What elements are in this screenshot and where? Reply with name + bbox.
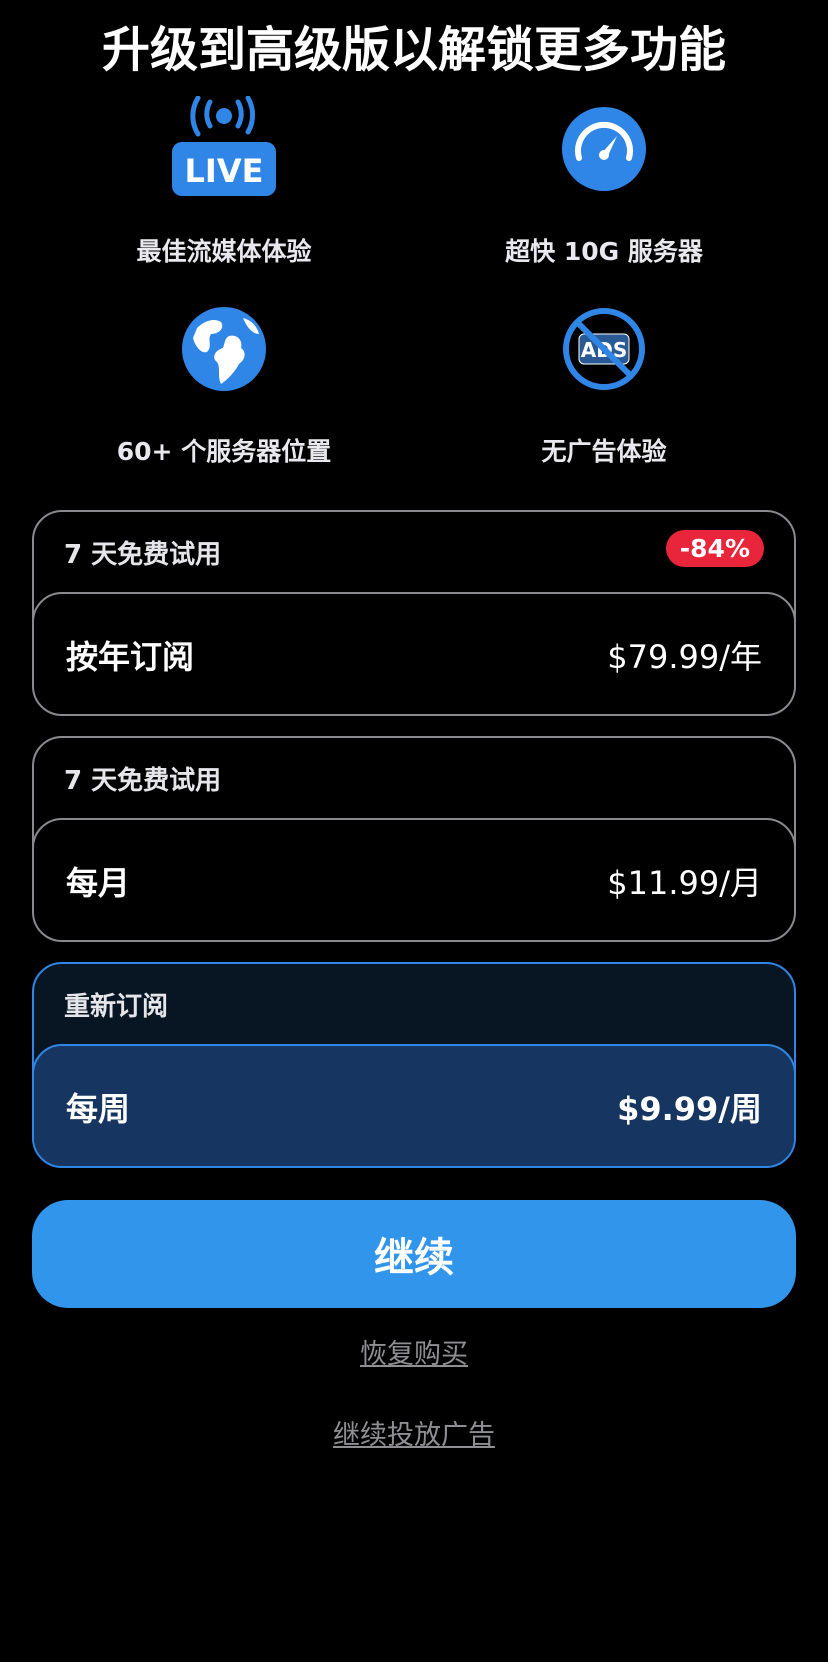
page-title: 升级到高级版以解锁更多功能 <box>101 22 726 78</box>
continue-with-ads-link[interactable]: 继续投放广告 <box>0 1413 828 1452</box>
plan-weekly[interactable]: 重新订阅 每周 $9.99/周 <box>32 962 796 1168</box>
continue-button[interactable]: 继续 <box>32 1200 796 1308</box>
plan-price: $9.99/周 <box>617 1090 762 1128</box>
plan-trial-label: 7 天免费试用 <box>64 766 222 796</box>
live-stream-icon: LIVE <box>172 95 276 204</box>
plan-price: $11.99/月 <box>607 864 762 902</box>
feature-fast-servers: 超快 10G 服务器 <box>414 96 794 266</box>
plan-trial-label: 7 天免费试用 <box>64 540 222 570</box>
plan-weekly-option[interactable]: 每周 $9.99/周 <box>34 1044 794 1166</box>
feature-no-ads-label: 无广告体验 <box>541 437 667 466</box>
feature-fast-servers-label: 超快 10G 服务器 <box>505 237 703 266</box>
feature-streaming: LIVE 最佳流媒体体验 <box>34 95 414 266</box>
feature-no-ads: ADS 无广告体验 <box>414 300 794 470</box>
plan-name: 每月 <box>66 864 131 902</box>
plan-monthly-option[interactable]: 每月 $11.99/月 <box>34 818 794 940</box>
feature-locations: 60+ 个服务器位置 <box>34 300 414 470</box>
plan-name: 每周 <box>66 1090 131 1128</box>
plan-price: $79.99/年 <box>607 638 762 676</box>
globe-icon <box>181 306 267 396</box>
feature-streaming-label: 最佳流媒体体验 <box>136 237 312 266</box>
live-icon-text: LIVE <box>185 152 264 190</box>
feature-locations-label: 60+ 个服务器位置 <box>116 437 332 466</box>
plan-monthly[interactable]: 7 天免费试用 每月 $11.99/月 <box>32 736 796 942</box>
plan-yearly[interactable]: 7 天免费试用 -84% 按年订阅 $79.99/年 <box>32 510 796 716</box>
plan-yearly-option[interactable]: 按年订阅 $79.99/年 <box>34 592 794 714</box>
no-ads-icon: ADS <box>561 306 647 396</box>
plan-name: 按年订阅 <box>66 638 195 676</box>
plan-trial-label: 重新订阅 <box>64 992 169 1022</box>
speedometer-icon <box>561 106 647 196</box>
discount-badge: -84% <box>665 530 764 567</box>
restore-purchase-link[interactable]: 恢复购买 <box>0 1332 828 1371</box>
